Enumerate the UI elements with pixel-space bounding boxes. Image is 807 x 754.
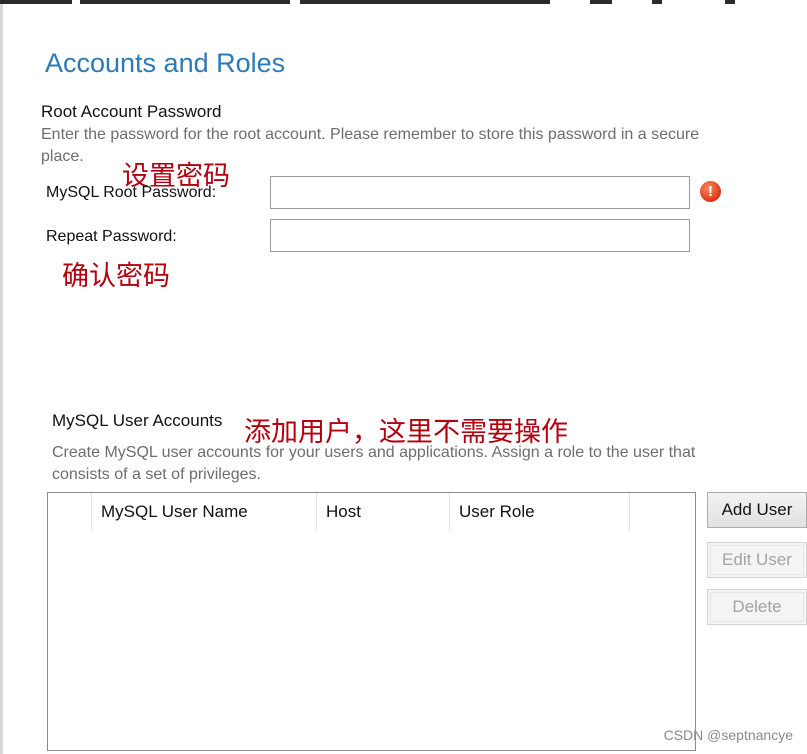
error-icon: ! <box>700 181 721 202</box>
column-header-user-name[interactable]: MySQL User Name <box>92 493 317 531</box>
page-title: Accounts and Roles <box>45 48 286 78</box>
root-description-line-1: Enter the password for the root account.… <box>41 126 700 143</box>
column-header-select[interactable] <box>48 493 92 531</box>
user-description-line-2: consists of a set of privileges. <box>52 466 261 483</box>
repeat-password-input[interactable] <box>270 219 690 252</box>
column-header-host[interactable]: Host <box>317 493 450 531</box>
user-accounts-list[interactable]: MySQL User Name Host User Role <box>47 492 696 751</box>
window-left-edge <box>0 0 3 754</box>
add-user-button[interactable]: Add User <box>707 492 807 528</box>
annotation-confirm-password: 确认密码 <box>62 261 170 292</box>
watermark-text: CSDN @septnancye <box>663 727 793 743</box>
edit-user-button[interactable]: Edit User <box>707 542 807 578</box>
root-password-input[interactable] <box>270 176 690 209</box>
root-password-label: MySQL Root Password: <box>46 184 217 201</box>
delete-button[interactable]: Delete <box>707 589 807 625</box>
cropped-top-strip <box>0 0 807 7</box>
repeat-password-label: Repeat Password: <box>46 228 177 245</box>
root-account-heading: Root Account Password <box>41 102 222 121</box>
user-description-line-1: Create MySQL user accounts for your user… <box>52 444 696 461</box>
list-header: MySQL User Name Host User Role <box>48 493 695 531</box>
user-accounts-heading: MySQL User Accounts <box>52 411 223 430</box>
user-accounts-description: Create MySQL user accounts for your user… <box>52 442 695 486</box>
column-header-user-role[interactable]: User Role <box>450 493 630 531</box>
